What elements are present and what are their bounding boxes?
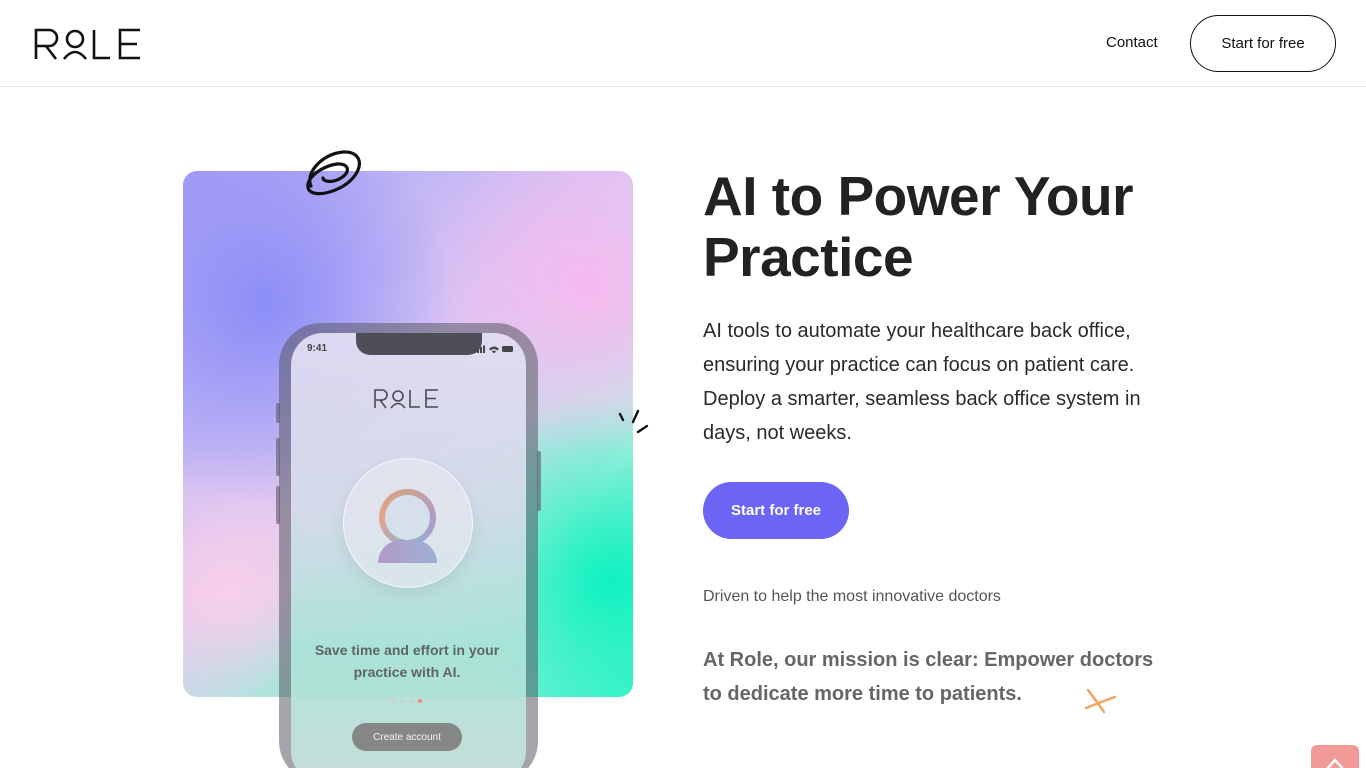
pager-dot [400,699,404,703]
pager-dots [391,699,422,703]
hero-description: AI tools to automate your healthcare bac… [703,320,1141,444]
arrow-up-icon [1326,758,1344,768]
header-start-free-button[interactable]: Start for free [1190,15,1336,72]
phone-mockup: 9:41 Save time and effort in your practi… [276,323,541,768]
phone-side-button [276,403,280,423]
scroll-to-top-button[interactable] [1311,745,1359,768]
pager-dot-active [418,699,422,703]
phone-create-account-button: Create account [352,723,462,751]
pager-dot [409,699,413,703]
phone-screen: 9:41 Save time and effort in your practi… [291,333,526,768]
swirl-doodle-icon [306,150,361,196]
nav-contact-link[interactable]: Contact [1106,34,1158,51]
phone-notch [356,333,482,355]
phone-power-button [537,451,541,511]
phone-volume-up [276,438,280,476]
phone-volume-down [276,486,280,524]
cross-doodle-icon [1084,688,1117,714]
role-logo[interactable] [34,27,144,61]
hero-start-free-button[interactable]: Start for free [703,482,849,539]
phone-tagline: Save time and effort in your practice wi… [314,642,500,680]
phone-role-logo [374,389,438,409]
driven-subheading: Driven to help the most innovative docto… [703,588,1001,605]
pager-dot [391,699,395,703]
hero-title: AI to Power Your Practice [703,165,1134,288]
status-icons [474,345,513,353]
site-header: Contact Start for free [0,0,1366,87]
avatar-head-icon [379,489,436,546]
status-time: 9:41 [307,343,328,354]
spark-doodle-icon [618,409,649,434]
